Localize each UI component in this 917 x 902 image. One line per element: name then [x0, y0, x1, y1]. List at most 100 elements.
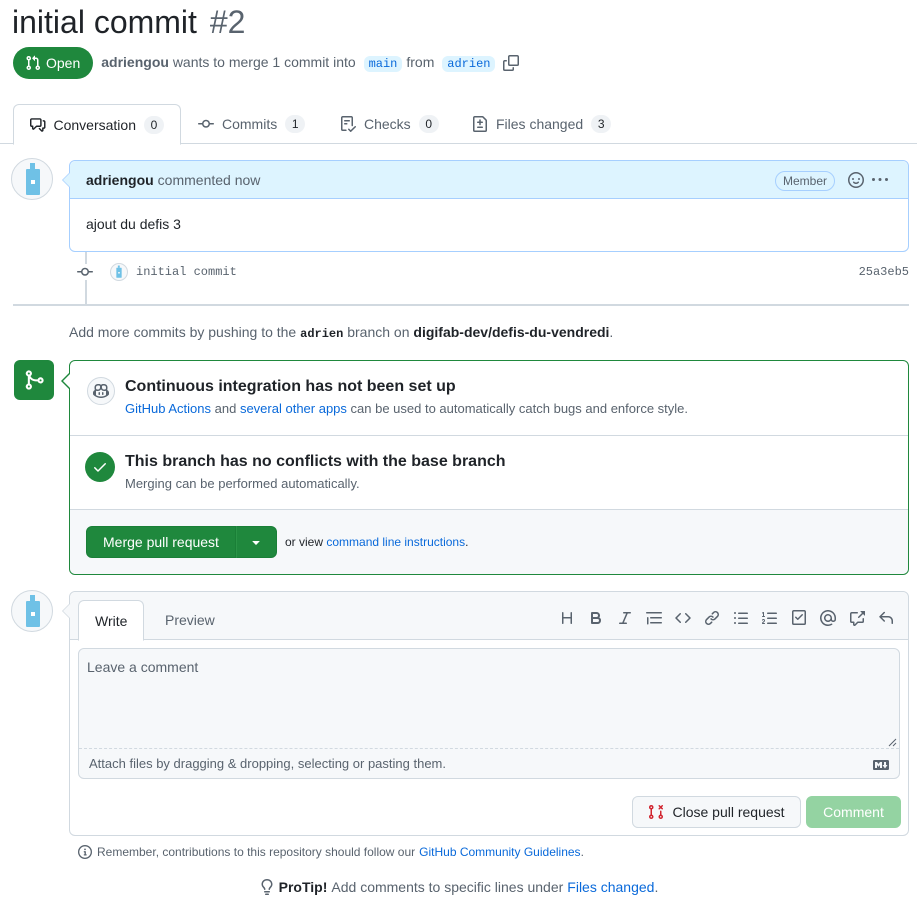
head-branch[interactable]: adrien: [442, 56, 496, 72]
bottle-avatar-icon: [116, 265, 122, 278]
cross-reference-icon[interactable]: [849, 610, 865, 626]
command-line-instructions-link[interactable]: command line instructions: [326, 535, 465, 549]
conflict-section: This branch has no conflicts with the ba…: [70, 436, 908, 510]
commit-author-avatar[interactable]: [110, 263, 128, 281]
editor-header: Write Preview: [70, 592, 908, 641]
push-note-prefix: Add more commits by pushing to the: [69, 324, 297, 340]
push-note: Add more commits by pushing to the adrie…: [69, 324, 613, 341]
comment-body: ajout du defis 3: [86, 216, 181, 232]
new-comment-arrow-fill: [63, 604, 70, 618]
merge-button-group: Merge pull request: [86, 526, 277, 558]
comment-meta[interactable]: commented now: [158, 172, 261, 188]
protip: ProTip! Add comments to specific lines u…: [0, 879, 917, 895]
tab-checks[interactable]: Checks 0: [340, 104, 439, 144]
conflict-subtitle: Merging can be performed automatically.: [125, 476, 360, 491]
italic-icon[interactable]: [617, 610, 633, 626]
remember-suffix: .: [580, 845, 584, 859]
markdown-toolbar: [559, 610, 894, 626]
other-apps-link[interactable]: several other apps: [240, 401, 347, 416]
git-merge-icon: [25, 370, 44, 390]
smiley-icon[interactable]: [848, 172, 864, 188]
base-branch[interactable]: main: [363, 56, 403, 72]
pr-state-row: Open adriengou wants to merge 1 commit i…: [13, 47, 520, 79]
merge-status-icon: [14, 360, 54, 400]
ordered-list-icon[interactable]: [762, 610, 778, 626]
files-changed-link[interactable]: Files changed: [567, 879, 654, 895]
git-commit-icon: [77, 264, 93, 280]
merge-box: Continuous integration has not been set …: [61, 360, 909, 575]
from-text: from: [406, 54, 435, 70]
reply-icon[interactable]: [878, 610, 894, 626]
comment-author[interactable]: adriengou: [86, 172, 154, 188]
git-pull-request-icon: [26, 55, 41, 71]
tab-preview[interactable]: Preview: [149, 600, 231, 640]
timeline-divider: [13, 304, 909, 306]
tab-conversation-label: Conversation: [53, 116, 137, 133]
pr-author-link[interactable]: adriengou: [101, 54, 169, 70]
remember-prefix: Remember, contributions to this reposito…: [97, 845, 416, 859]
github-actions-link[interactable]: GitHub Actions: [125, 401, 211, 416]
tab-conversation[interactable]: Conversation 0: [13, 104, 181, 145]
new-comment-form: Write Preview Leave a comment Attach fil…: [62, 591, 909, 836]
code-icon[interactable]: [675, 610, 691, 626]
merge-action-section: Merge pull request or view command line …: [70, 510, 908, 574]
tab-commits-count: 1: [285, 115, 306, 133]
git-pull-request-closed-icon: [649, 804, 664, 820]
merge-summary: adriengou wants to merge 1 commit into m…: [101, 54, 499, 72]
tab-conversation-count: 0: [144, 115, 164, 134]
merge-pull-request-button[interactable]: Merge pull request: [86, 526, 236, 558]
bottle-avatar-icon: [26, 595, 40, 627]
commit-row: initial commit 25a3eb5: [77, 262, 909, 282]
comment-button[interactable]: Comment: [806, 796, 901, 828]
cli-suffix: .: [465, 535, 469, 549]
commit-sha-link[interactable]: 25a3eb5: [859, 265, 909, 279]
comment-author-avatar[interactable]: [11, 158, 53, 200]
ci-subtitle: GitHub Actions and several other apps ca…: [125, 401, 688, 416]
quote-icon[interactable]: [646, 610, 662, 626]
copy-icon[interactable]: [503, 55, 520, 71]
commit-message-link[interactable]: initial commit: [136, 265, 237, 279]
tab-write[interactable]: Write: [78, 600, 145, 641]
tasklist-icon[interactable]: [791, 610, 807, 626]
community-guidelines-link[interactable]: GitHub Community Guidelines: [419, 845, 580, 859]
ci-and: and: [214, 401, 237, 416]
tab-commits-label: Commits: [222, 116, 278, 132]
triangle-down-icon: [252, 541, 261, 545]
community-guidelines-note: Remember, contributions to this reposito…: [78, 845, 584, 859]
tab-files-changed-label: Files changed: [496, 116, 584, 132]
state-badge: Open: [13, 47, 94, 79]
close-pull-request-button[interactable]: Close pull request: [632, 796, 801, 828]
pr-number: #2: [209, 4, 246, 40]
merge-method-dropdown[interactable]: [235, 526, 277, 558]
merge-text: wants to merge 1 commit into: [172, 54, 356, 70]
attach-files-text[interactable]: Attach files by dragging & dropping, sel…: [89, 756, 446, 771]
pr-title-text: initial commit: [12, 4, 197, 40]
heading-icon[interactable]: [559, 610, 575, 626]
current-user-avatar[interactable]: [11, 590, 53, 632]
unordered-list-icon[interactable]: [733, 610, 749, 626]
comment-textarea[interactable]: Leave a comment: [79, 649, 899, 749]
conflict-title: This branch has no conflicts with the ba…: [125, 453, 506, 470]
member-badge: Member: [774, 171, 835, 191]
light-bulb-icon: [261, 879, 273, 895]
comment-editor: Leave a comment Attach files by dragging…: [78, 648, 900, 779]
copilot-bot-icon: [93, 383, 109, 399]
ci-rest: can be used to automatically catch bugs …: [350, 401, 689, 416]
tab-commits[interactable]: Commits 1: [198, 104, 306, 144]
comment-header: adriengou commented now Member: [70, 161, 908, 199]
tab-checks-count: 0: [418, 115, 439, 133]
tab-files-changed-count: 3: [591, 115, 612, 133]
pr-tabs: Conversation 0 Commits 1 Checks 0 Files …: [0, 104, 917, 145]
kebab-horizontal-icon[interactable]: [872, 172, 888, 188]
ci-title: Continuous integration has not been set …: [125, 378, 456, 395]
tab-checks-label: Checks: [364, 116, 411, 132]
markdown-icon[interactable]: [873, 757, 889, 773]
close-pull-request-label: Close pull request: [672, 804, 785, 820]
tab-files-changed[interactable]: Files changed 3: [472, 104, 612, 144]
push-note-middle: branch on: [347, 324, 410, 340]
mention-icon[interactable]: [820, 610, 836, 626]
push-note-branch: adrien: [300, 327, 344, 341]
link-icon[interactable]: [704, 610, 720, 626]
resize-handle-icon[interactable]: [887, 737, 897, 747]
bold-icon[interactable]: [588, 610, 604, 626]
